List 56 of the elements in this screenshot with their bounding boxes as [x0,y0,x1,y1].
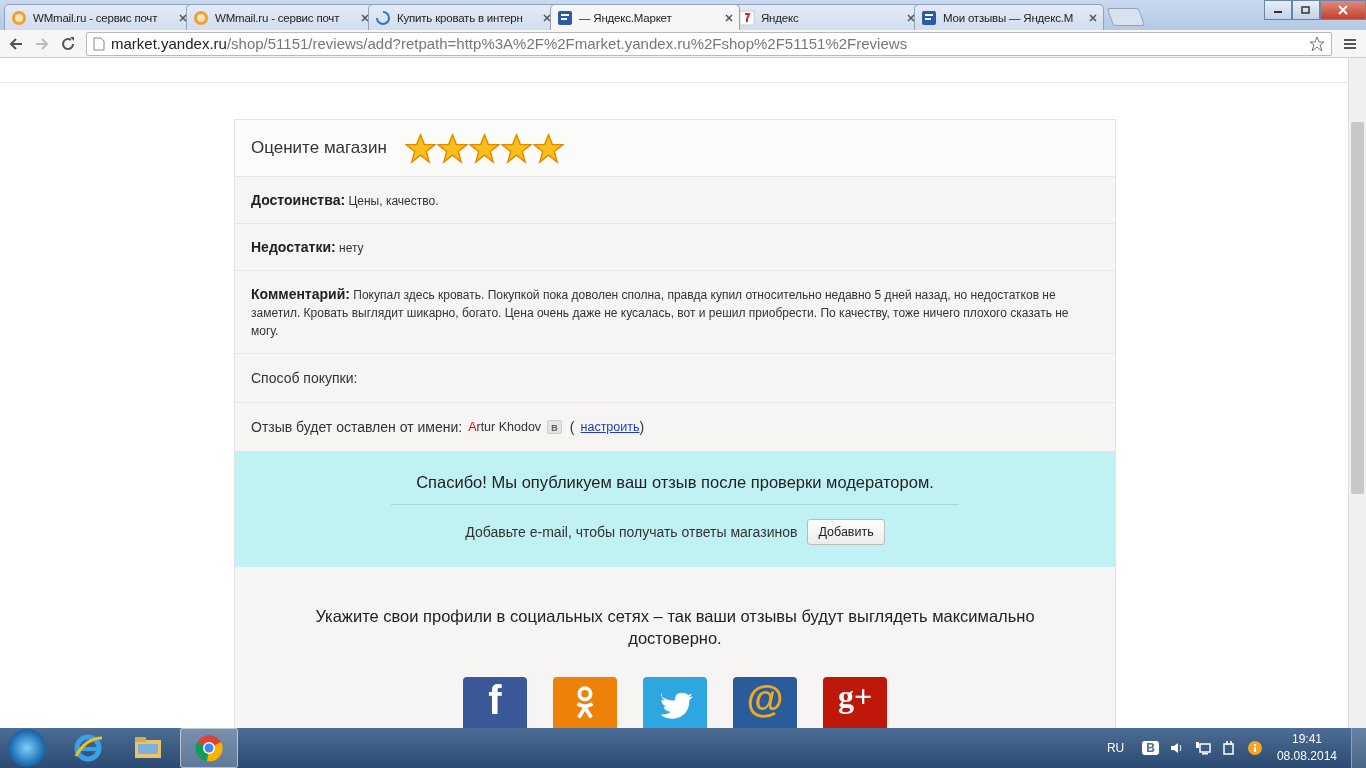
document-icon [557,9,573,26]
email-prompt: Добавьте e-mail, чтобы получать ответы магазинов [465,524,798,540]
author-label: Отзыв будет оставлен от имени: [251,419,463,435]
document-icon [921,9,937,26]
page-icon [93,36,105,51]
author-name: Artur Khodov [468,420,542,434]
thanks-message: Спасибо! Мы опубликуем ваш отзыв после проверки модератором. [416,473,934,492]
close-icon[interactable] [543,13,551,22]
vk-badge: в [547,420,562,434]
minimize-button[interactable] [1264,0,1292,20]
close-icon[interactable] [725,13,733,22]
rating-star[interactable] [500,132,532,164]
info-icon[interactable] [1246,740,1263,756]
vk-tray-icon[interactable]: В [1142,741,1159,755]
social-network-button[interactable] [643,677,707,728]
social-network-button[interactable]: f [463,677,527,728]
rating-star[interactable] [532,132,564,164]
address-bar[interactable]: market.yandex.ru/shop/51151/reviews/add?retpath=http%3A%2F%2Fmarket.yandex.ru%2Fshop%2F51151%2Freviews [86,31,1332,56]
add-button[interactable]: Добавить [807,519,885,545]
browser-tab[interactable]: — Яндекс.Маркет [550,4,740,30]
social-network-button[interactable] [553,677,617,728]
loading-icon [375,9,391,26]
scrollbar[interactable] [1348,58,1366,728]
review-field-text: Комментарий: Покупал здесь кровать. Покупкой пока доволен сполна, правда купил относительно недавно 5 дней назад, но недостатков не заметил. Кровать выглядит шикарно, богато. Цена очень даже не кусалась, вот и решил приобрести. По качеству, тоже ничего плохого сказать не могу. [251,285,1070,340]
reload-icon[interactable] [60,35,76,52]
chrome-taskbar-icon[interactable] [180,728,238,768]
review-field-text: Достоинства: Цены, качество. [251,191,440,210]
close-icon[interactable] [179,13,187,22]
close-button[interactable] [1320,0,1366,20]
review-field-text: Недостатки: нету [251,238,365,257]
network-icon[interactable] [1194,740,1211,756]
start-button[interactable] [8,729,46,767]
rating-star[interactable] [436,132,468,164]
language-indicator[interactable]: RU [1106,741,1125,755]
power-plug-icon[interactable] [1220,740,1237,756]
close-icon[interactable] [907,13,915,22]
clock[interactable]: 19:41 08.08.2014 [1276,731,1337,765]
close-icon[interactable] [361,13,369,22]
parenthesis: ) [639,419,645,435]
purchase-label: Способ покупки: [251,370,358,386]
restore-icon[interactable] [1301,5,1311,15]
rating-star[interactable] [404,132,436,164]
restore-button[interactable] [1292,0,1320,20]
close-icon[interactable] [1089,13,1097,22]
bookmark-star-icon[interactable] [1309,35,1325,52]
social-prompt: Укажите свои профили в социальных сетях – так ваши отзывы будут выглядеть максимально достоверно. [314,606,1036,649]
social-network-button[interactable]: g+ [823,677,887,728]
mail-icon [11,9,27,26]
browser-tab[interactable]: Мои отзывы — Яндекс.М [914,4,1104,30]
rate-label: Оцените магазин [251,138,387,158]
parenthesis: ( [569,419,575,435]
settings-link[interactable]: настроить [580,420,640,434]
speaker-icon[interactable] [1168,740,1185,756]
mail-icon [193,9,209,26]
rating-star[interactable] [468,132,500,164]
back-icon[interactable] [8,35,24,52]
